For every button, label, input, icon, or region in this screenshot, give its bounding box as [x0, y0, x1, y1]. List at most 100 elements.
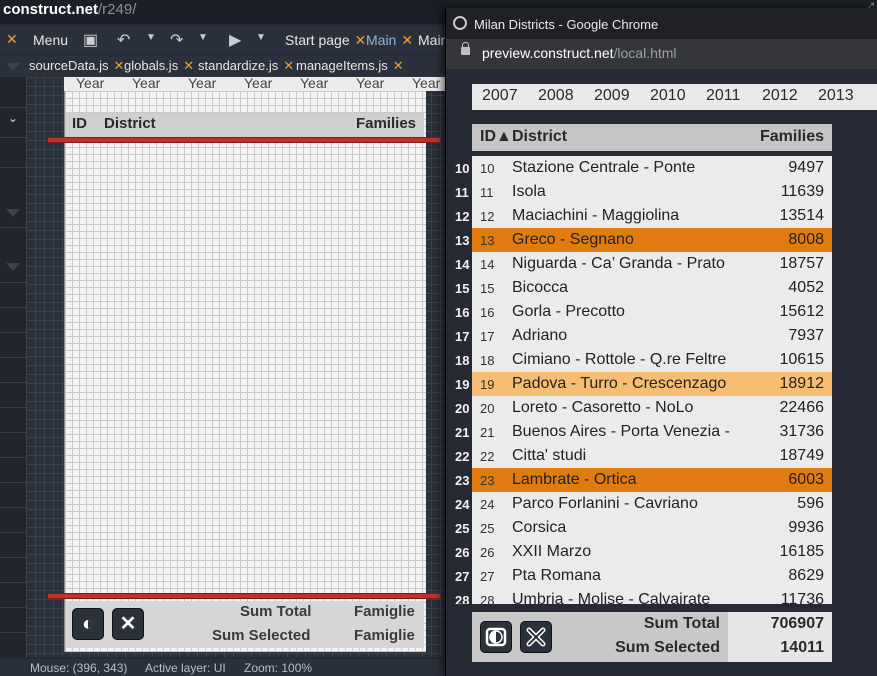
row-id: 13 — [480, 233, 495, 248]
editor-left-panel: ⌄ — [0, 63, 26, 657]
redo-icon[interactable]: ↷ — [170, 30, 183, 50]
sum-total-value: 706907 — [770, 615, 824, 632]
tab-main-2[interactable]: Main — [418, 32, 448, 48]
row-families: 22466 — [779, 399, 825, 416]
table-row[interactable]: 25 Corsica 9936 — [472, 516, 832, 540]
row-id: 20 — [480, 401, 495, 416]
table-row[interactable]: 10 Stazione Centrale - Ponte 9497 — [472, 156, 832, 180]
table-row[interactable]: 12 Maciachini - Maggiolina 13514 — [472, 204, 832, 228]
year-button[interactable]: 2013 — [818, 87, 854, 105]
row-number: 17 — [455, 329, 470, 344]
year-button[interactable]: 2012 — [762, 87, 798, 105]
row-number: 24 — [455, 497, 470, 512]
tab-start-page[interactable]: Start page ✕ — [285, 32, 366, 49]
header-id: ID — [72, 115, 87, 132]
menu-button[interactable]: Menu — [33, 32, 68, 48]
row-district: Parco Forlanini - Cavriano — [512, 495, 698, 512]
close-icon[interactable]: ✕ — [6, 31, 18, 48]
row-id: 14 — [480, 257, 495, 272]
table-row[interactable]: 20 Loreto - Casoretto - NoLo 22466 — [472, 396, 832, 420]
row-district: Maciachini - Maggiolina — [512, 207, 680, 224]
undo-icon[interactable]: ↶ — [117, 30, 130, 50]
row-families: 4052 — [788, 279, 824, 296]
year-button[interactable]: 2009 — [594, 87, 630, 105]
play-dropdown-icon[interactable]: ▼ — [256, 32, 266, 43]
row-number: 26 — [455, 545, 470, 560]
table-row[interactable]: 28 Umbria - Molise - Calvairate 11736 — [472, 588, 832, 604]
year-button[interactable]: 2011 — [706, 87, 740, 105]
row-id: 21 — [480, 425, 495, 440]
undo-dropdown-icon[interactable]: ▼ — [146, 32, 156, 43]
year-button[interactable]: 2007 — [482, 87, 518, 105]
row-id: 10 — [480, 161, 495, 176]
table-header: ID▲ District Families — [472, 124, 832, 151]
row-number: 13 — [455, 233, 470, 248]
tab-main[interactable]: Main ✕ — [366, 32, 413, 49]
table-footer: Sum Total 706907 Sum Selected 14011 — [472, 612, 832, 662]
save-icon[interactable]: ▣ — [83, 30, 98, 50]
row-number: 23 — [455, 473, 470, 488]
table-row[interactable]: 14 Niguarda - Ca’ Granda - Prato 18757 — [472, 252, 832, 276]
row-district: Buenos Aires - Porta Venezia - — [512, 423, 730, 440]
collapse-icon[interactable] — [6, 209, 20, 217]
editor-year-strip: Year Year Year Year Year Year Year — [64, 77, 446, 91]
row-district: Cimiano - Rottole - Q.re Feltre — [512, 351, 727, 368]
editor-table-footer[interactable]: ◐ ✕ Sum Total Sum Selected Famiglie Fami… — [66, 601, 424, 648]
address-bar[interactable]: preview.construct.net/local.html — [446, 39, 877, 69]
chevron-down-icon[interactable]: ⌄ — [8, 111, 18, 125]
sort-by-district[interactable]: District — [512, 128, 567, 146]
contrast-toggle-button[interactable] — [480, 621, 512, 653]
table-row[interactable]: 21 Buenos Aires - Porta Venezia - 31736 — [472, 420, 832, 444]
lock-icon[interactable] — [461, 42, 470, 55]
table-row[interactable]: 16 Gorla - Precotto 15612 — [472, 300, 832, 324]
row-district: Stazione Centrale - Ponte — [512, 159, 696, 176]
row-district: Loreto - Casoretto - NoLo — [512, 399, 694, 416]
table-row[interactable]: 22 Citta' studi 18749 — [472, 444, 832, 468]
layout-area[interactable] — [64, 77, 426, 652]
table-row[interactable]: 15 Bicocca 4052 — [472, 276, 832, 300]
row-families: 11736 — [780, 591, 824, 604]
file-tab[interactable]: standardize.js ✕ — [198, 58, 294, 74]
row-id: 12 — [480, 209, 495, 224]
editor-table-header[interactable]: ID District Families — [66, 113, 424, 137]
table-row[interactable]: 24 Parco Forlanini - Cavriano 596 — [472, 492, 832, 516]
file-tab[interactable]: sourceData.js ✕ — [29, 58, 124, 74]
table-row[interactable]: 27 Pta Romana 8629 — [472, 564, 832, 588]
year-button[interactable]: 2010 — [650, 87, 686, 105]
table-row[interactable]: 11 Isola 11639 — [472, 180, 832, 204]
clear-selection-icon — [526, 627, 546, 647]
clear-selection-icon[interactable]: ✕ — [112, 608, 144, 640]
year-button[interactable]: 2008 — [538, 87, 574, 105]
sort-by-id[interactable]: ID▲ — [480, 128, 512, 146]
table-row[interactable]: 23 Lambrate - Ortica 6003 — [472, 468, 832, 492]
table-row[interactable]: 18 Cimiano - Rottole - Q.re Feltre 10615 — [472, 348, 832, 372]
table-row[interactable]: 26 XXII Marzo 16185 — [472, 540, 832, 564]
row-families: 18912 — [779, 375, 825, 392]
row-district: Greco - Segnano — [512, 231, 634, 248]
file-tab[interactable]: globals.js ✕ — [124, 58, 194, 74]
table-body[interactable]: 10 Stazione Centrale - Ponte 9497 11 Isola 11… — [472, 156, 832, 604]
chrome-window: Milan Districts - Google Chrome preview.… — [445, 8, 877, 676]
address-url[interactable]: preview.construct.net/local.html — [482, 45, 677, 61]
row-families: 9936 — [788, 519, 824, 536]
row-families: 8008 — [788, 231, 824, 248]
redo-dropdown-icon[interactable]: ▼ — [198, 32, 208, 43]
table-row[interactable]: 19 Padova - Turro - Crescenzago 18912 — [472, 372, 832, 396]
clear-selection-button[interactable] — [520, 621, 552, 653]
table-row[interactable]: 13 Greco - Segnano 8008 — [472, 228, 832, 252]
app-viewport: 2007 2008 2009 2010 2011 2012 2013 ID▲ D… — [446, 69, 877, 676]
divider-line — [48, 137, 440, 143]
table-row[interactable]: 17 Adriano 7937 — [472, 324, 832, 348]
row-district: Niguarda - Ca’ Granda - Prato — [512, 255, 725, 272]
play-icon[interactable]: ▶ — [229, 30, 241, 50]
mouse-position: Mouse: (396, 343) — [30, 661, 128, 675]
collapse-icon[interactable] — [6, 63, 20, 71]
chrome-title-bar[interactable]: Milan Districts - Google Chrome — [446, 8, 877, 39]
globe-icon — [453, 16, 467, 30]
row-district: Gorla - Precotto — [512, 303, 625, 320]
file-tab[interactable]: manageItems.js ✕ — [296, 58, 404, 74]
collapse-icon[interactable] — [6, 263, 20, 271]
row-district: Citta' studi — [512, 447, 587, 464]
sort-by-families[interactable]: Families — [760, 128, 824, 146]
contrast-icon[interactable]: ◐ — [72, 608, 104, 640]
